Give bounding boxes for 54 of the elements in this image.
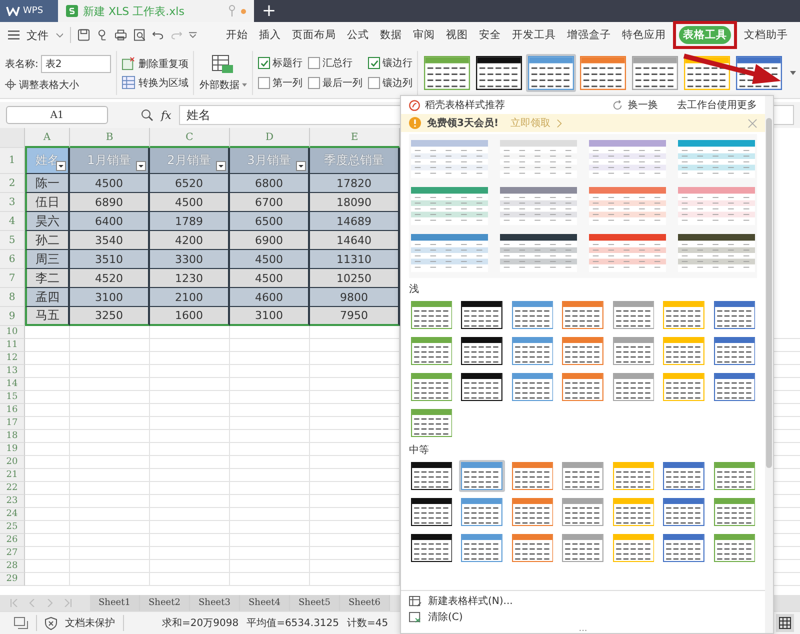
table-cell: 4500: [230, 250, 310, 269]
table-cell: 4500: [70, 174, 150, 193]
checkbox-label: 镶边行: [382, 56, 412, 70]
table-cell: 3100: [230, 307, 310, 326]
section-label: 中等: [409, 444, 430, 458]
checkbox-label: 第一列: [272, 77, 302, 90]
table-cell: 6400: [70, 212, 150, 231]
count-value: 计数=45: [347, 616, 388, 630]
table-cell: 9800: [310, 288, 400, 307]
table-cell: 1230: [150, 269, 230, 288]
checkbox-label: 镶边列: [382, 76, 412, 90]
table-cell: 2100: [150, 288, 230, 307]
table-cell: 李二: [25, 269, 70, 288]
table-cell: 14640: [310, 231, 400, 250]
table-cell: 1789: [150, 212, 230, 231]
table-cell: 伍日: [25, 193, 70, 212]
checkbox-label: 标题行: [272, 56, 302, 70]
promo-text: 免费领3天会员!: [427, 116, 499, 130]
table-cell: 14689: [310, 212, 400, 231]
average-value: 平均值=6534.3125: [246, 617, 340, 630]
table-cell: 陈一: [25, 174, 70, 193]
table-cell: 3540: [70, 231, 150, 250]
table-cell: 马五: [25, 307, 70, 326]
table-cell: 3510: [70, 250, 150, 269]
table-cell: 4500: [230, 269, 310, 288]
checkbox-label: 汇总行: [322, 56, 352, 70]
checkbox-label: 最后一列: [322, 76, 362, 90]
table-cell: 6700: [230, 193, 310, 212]
table-cell: 3100: [70, 288, 150, 307]
table-name-label: 表名称:: [5, 58, 38, 70]
table-cell: 3300: [150, 250, 230, 269]
table-cell: 6800: [230, 174, 310, 193]
table-cell: 4500: [150, 193, 230, 212]
table-cell: 6900: [230, 231, 310, 250]
table-cell: 孙二: [25, 231, 70, 250]
table-cell: 孟四: [25, 288, 70, 307]
table-cell: 7950: [310, 307, 400, 326]
table-cell: 17820: [310, 174, 400, 193]
table-cell: 4200: [150, 231, 230, 250]
section-label: 浅: [409, 282, 420, 297]
table-cell: 4520: [70, 269, 150, 288]
sum-value: 求和=20万9098: [162, 616, 239, 630]
table-cell: 10250: [310, 269, 400, 288]
table-cell: 1600: [150, 307, 230, 326]
table-cell: 4600: [230, 288, 310, 307]
table-cell: 6500: [230, 212, 310, 231]
table-cell: 周三: [25, 250, 70, 269]
table-cell: 6520: [150, 174, 230, 193]
table-cell: 11310: [310, 250, 400, 269]
table-cell: 昊六: [25, 212, 70, 231]
table-cell: 6890: [70, 193, 150, 212]
panel-title: 稻壳表格样式推荐: [425, 98, 505, 112]
table-cell: 3250: [70, 307, 150, 326]
table-cell: 18090: [310, 193, 400, 212]
